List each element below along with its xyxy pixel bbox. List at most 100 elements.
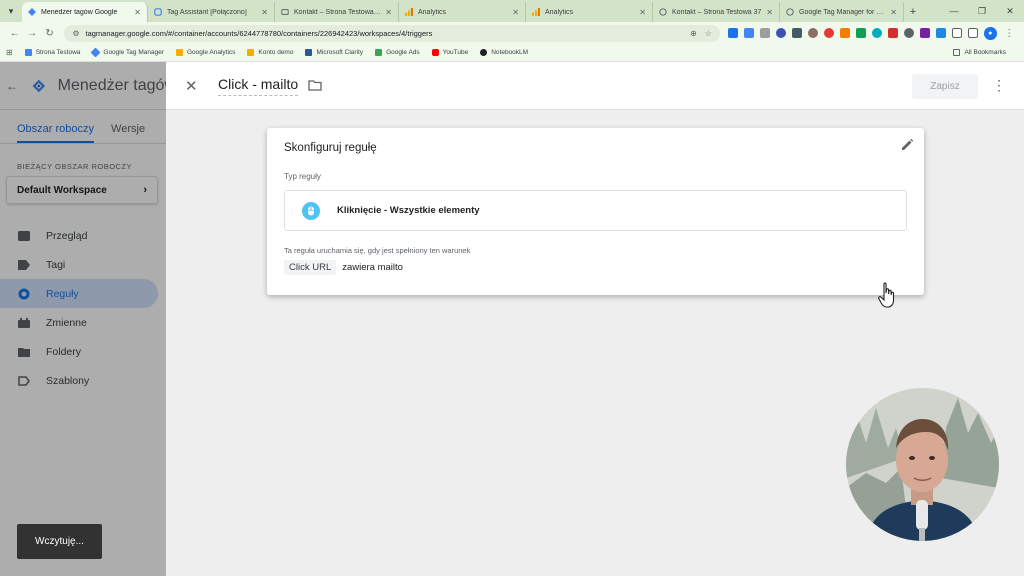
sidebar-item-label: Przegląd	[46, 229, 88, 242]
sidebar-item-triggers[interactable]: Reguły	[0, 279, 158, 308]
profile-avatar-icon[interactable]: ●	[983, 26, 997, 40]
zoom-icon[interactable]: ⊕	[690, 29, 697, 38]
tab-workspace[interactable]: Obszar roboczy	[17, 123, 95, 143]
back-arrow-icon[interactable]: ←	[6, 28, 23, 39]
sidebar-item-overview[interactable]: Przegląd	[0, 221, 158, 250]
close-tab-icon[interactable]: ✕	[261, 8, 268, 17]
all-bookmarks-button[interactable]: All Bookmarks	[953, 49, 1006, 56]
tab-versions[interactable]: Wersje	[111, 123, 145, 143]
sidebar: ← Menedżer tagów Google Obszar roboczy W…	[0, 62, 166, 576]
bag-extension-icon[interactable]	[791, 28, 802, 38]
presenter-video-icon	[846, 388, 999, 541]
template-icon	[18, 375, 30, 386]
bookmark-item[interactable]: Google Analytics	[175, 49, 235, 56]
puzzle-extensions-icon[interactable]	[951, 28, 962, 38]
close-tab-icon[interactable]: ✕	[766, 8, 773, 17]
new-tab-button[interactable]: +	[904, 2, 922, 22]
bookmark-label: Microsoft Clarity	[316, 49, 364, 56]
trigger-name-field[interactable]: Click - mailto	[218, 76, 299, 96]
folder-icon	[953, 49, 961, 56]
bookmark-item[interactable]: Google Ads	[375, 49, 420, 56]
cookie-extension-icon[interactable]	[807, 28, 818, 38]
tab-search-icon[interactable]: ▾	[0, 0, 22, 22]
reload-icon[interactable]: ↻	[41, 28, 58, 39]
window-controls: — ❐ ✕	[940, 0, 1024, 22]
grid-extension-icon[interactable]	[759, 28, 770, 38]
close-tab-icon[interactable]: ✕	[639, 8, 646, 17]
bookmark-favicon-icon	[24, 49, 32, 56]
address-bar[interactable]: ⚙ tagmanager.google.com/#/container/acco…	[64, 24, 720, 42]
sidebar-item-label: Foldery	[46, 345, 82, 358]
forward-arrow-icon[interactable]: →	[23, 28, 40, 39]
sidebar-item-label: Reguły	[46, 287, 79, 300]
sidebar-item-label: Szablony	[46, 374, 90, 387]
tab-label: Kontakt – Strona Testowa 37	[672, 8, 762, 16]
close-tab-icon[interactable]: ✕	[890, 8, 897, 17]
counter-extension-icon[interactable]	[919, 28, 930, 38]
close-tab-icon[interactable]: ✕	[385, 8, 392, 17]
save-button[interactable]: Zapisz	[912, 74, 978, 99]
condition-variable-chip: Click URL	[284, 260, 337, 275]
tag-assistant-favicon-icon	[154, 8, 162, 16]
variable-icon	[18, 317, 30, 328]
back-arrow-icon[interactable]: ←	[6, 79, 18, 93]
tag-extension-icon[interactable]	[743, 28, 754, 38]
magnifier-extension-icon[interactable]	[903, 28, 914, 38]
bookmark-favicon-icon	[247, 49, 255, 56]
chrome-extension-icon[interactable]	[823, 28, 834, 38]
on-extension-icon[interactable]	[855, 28, 866, 38]
trigger-condition: Click URL zawiera mailto	[284, 260, 403, 275]
bookmark-favicon-icon	[305, 49, 313, 56]
pen-extension-icon[interactable]	[839, 28, 850, 38]
browser-tab-tag-assistant[interactable]: Tag Assistant [Połączono] ✕	[148, 2, 275, 22]
browser-tab-gtm[interactable]: Menedżer tagów Google ✕	[22, 2, 148, 22]
close-icon[interactable]: ✕	[185, 77, 201, 95]
bookmark-item[interactable]: Microsoft Clarity	[305, 49, 363, 56]
sidebar-nav: Przegląd Tagi Reguły Zmienne Foldery Sza…	[0, 221, 166, 395]
minimize-icon[interactable]: —	[940, 6, 968, 16]
more-vert-icon[interactable]: ⋮	[992, 76, 1006, 94]
sidebar-item-templates[interactable]: Szablony	[0, 366, 158, 395]
close-tab-icon[interactable]: ✕	[134, 8, 141, 17]
bookmark-item[interactable]: Strona Testowa	[24, 49, 80, 56]
sidebar-item-folders[interactable]: Foldery	[0, 337, 158, 366]
bookmark-star-icon[interactable]: ☆	[705, 29, 712, 38]
bookmark-label: YouTube	[442, 49, 469, 56]
card-title: Skonfiguruj regułę	[284, 142, 377, 154]
sidebar-item-tags[interactable]: Tagi	[0, 250, 158, 279]
apps-grid-icon[interactable]: ⊞	[6, 48, 13, 57]
close-window-icon[interactable]: ✕	[996, 6, 1024, 17]
filter-extension-icon[interactable]	[727, 28, 738, 38]
product-title: Menedżer tagów Google	[57, 76, 166, 94]
bookmark-item[interactable]: YouTube	[431, 49, 469, 56]
folder-icon[interactable]	[308, 80, 322, 91]
drive-extension-icon[interactable]	[935, 28, 946, 38]
browser-tab-kontakt-2[interactable]: Kontakt – Strona Testowa 37 ✕	[653, 2, 780, 22]
browser-menu-icon[interactable]: ⋮	[1001, 28, 1018, 39]
globe-favicon-icon	[786, 8, 794, 16]
site-info-icon[interactable]: ⚙	[72, 29, 79, 38]
bookmark-item[interactable]: Konto demo	[247, 49, 293, 56]
chevron-right-icon: ›	[143, 184, 147, 196]
pencil-icon[interactable]	[900, 138, 914, 152]
color-extension-icon[interactable]	[871, 28, 882, 38]
panel-header: ✕ Click - mailto Zapisz ⋮	[166, 62, 1024, 110]
site-favicon-icon	[281, 8, 289, 16]
folder-icon	[18, 347, 30, 357]
sidebar-item-label: Zmienne	[46, 316, 87, 329]
browser-tab-gtm-wordpress[interactable]: Google Tag Manager for WordP ✕	[780, 2, 904, 22]
bookmark-item[interactable]: NotebookLM	[480, 49, 528, 56]
trigger-type-box[interactable]: Kliknięcie - Wszystkie elementy	[284, 190, 907, 231]
browser-tab-kontakt[interactable]: Kontakt – Strona Testowa 37 ✕	[275, 2, 399, 22]
trigger-config-card[interactable]: Skonfiguruj regułę Typ reguły Kliknięcie…	[267, 128, 924, 295]
workspace-selector[interactable]: Default Workspace ›	[6, 176, 158, 204]
browser-tab-analytics[interactable]: Analytics ✕	[399, 2, 526, 22]
shield-extension-icon[interactable]	[775, 28, 786, 38]
sidebar-panel-icon[interactable]	[967, 28, 978, 38]
bookmark-item[interactable]: Google Tag Manager	[90, 47, 164, 58]
browser-tab-analytics-2[interactable]: Analytics ✕	[526, 2, 653, 22]
maximize-icon[interactable]: ❐	[968, 6, 996, 17]
record-extension-icon[interactable]	[887, 28, 898, 38]
close-tab-icon[interactable]: ✕	[512, 8, 519, 17]
sidebar-item-variables[interactable]: Zmienne	[0, 308, 158, 337]
